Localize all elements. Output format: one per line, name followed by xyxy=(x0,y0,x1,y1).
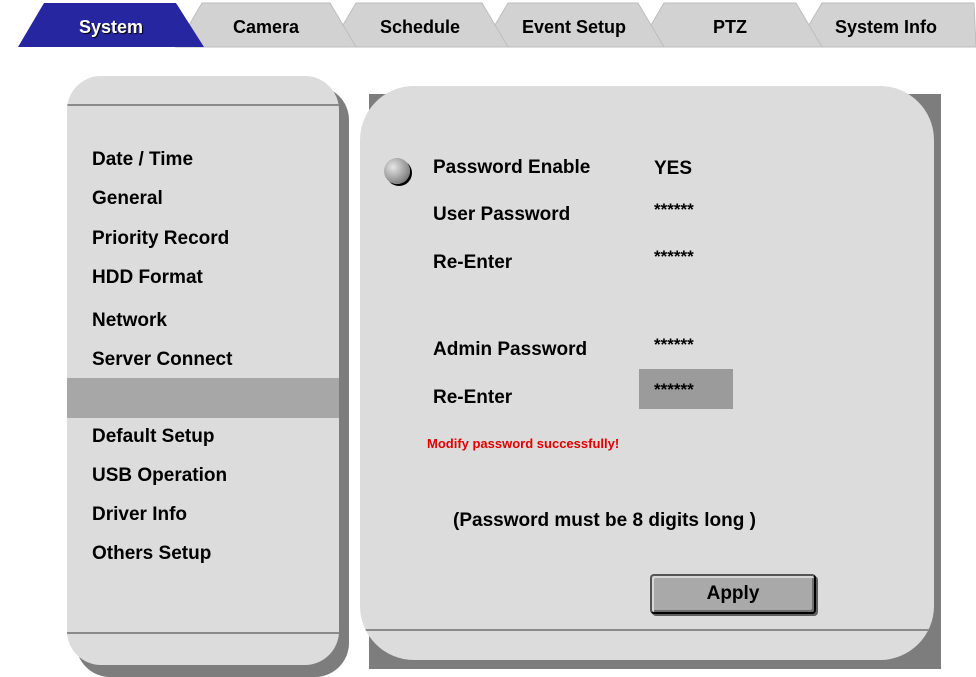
settings-bottom-divider xyxy=(360,629,934,631)
password-hint: (Password must be 8 digits long ) xyxy=(453,510,756,531)
admin-reenter-field[interactable]: ****** xyxy=(654,380,694,400)
password-enable-label: Password Enable xyxy=(433,157,591,178)
tab-shapes xyxy=(18,2,976,48)
menu-item-default-setup[interactable]: Default Setup xyxy=(92,426,214,448)
tab-bar: System Camera Schedule Event Setup PTZ S… xyxy=(0,0,976,48)
menu-item-selected[interactable] xyxy=(67,378,339,418)
tab-schedule[interactable]: Schedule xyxy=(380,17,460,38)
user-reenter-label: Re-Enter xyxy=(433,252,513,273)
menu-item-hdd-format[interactable]: HDD Format xyxy=(92,267,203,289)
menu-item-driver-info[interactable]: Driver Info xyxy=(92,504,187,526)
tab-ptz[interactable]: PTZ xyxy=(713,17,747,38)
tab-event-setup[interactable]: Event Setup xyxy=(522,17,626,38)
menu-item-usb-operation[interactable]: USB Operation xyxy=(92,465,227,487)
menu-item-others-setup[interactable]: Others Setup xyxy=(92,543,211,565)
menu-top-divider xyxy=(67,104,339,106)
tab-system[interactable]: System xyxy=(79,17,143,38)
tab-system-info[interactable]: System Info xyxy=(835,17,937,38)
menu-item-network[interactable]: Network xyxy=(92,310,167,332)
admin-reenter-label: Re-Enter xyxy=(433,387,513,408)
menu-item-server-connect[interactable]: Server Connect xyxy=(92,349,232,371)
status-message: Modify password successfully! xyxy=(427,436,620,451)
admin-password-field[interactable]: ****** xyxy=(654,335,694,355)
menu-item-date-time[interactable]: Date / Time xyxy=(92,149,193,171)
menu-item-priority-record[interactable]: Priority Record xyxy=(92,228,229,250)
user-reenter-field[interactable]: ****** xyxy=(654,247,694,267)
apply-button[interactable]: Apply xyxy=(650,574,816,614)
menu-panel: Date / Time General Priority Record HDD … xyxy=(67,76,339,665)
password-enable-value[interactable]: YES xyxy=(654,158,692,180)
tab-camera[interactable]: Camera xyxy=(233,17,299,38)
focus-radio-indicator[interactable] xyxy=(384,158,410,184)
menu-bottom-divider xyxy=(67,632,339,634)
admin-password-label: Admin Password xyxy=(433,339,588,360)
menu-item-general[interactable]: General xyxy=(92,188,163,210)
user-password-label: User Password xyxy=(433,204,571,225)
user-password-field[interactable]: ****** xyxy=(654,200,694,220)
